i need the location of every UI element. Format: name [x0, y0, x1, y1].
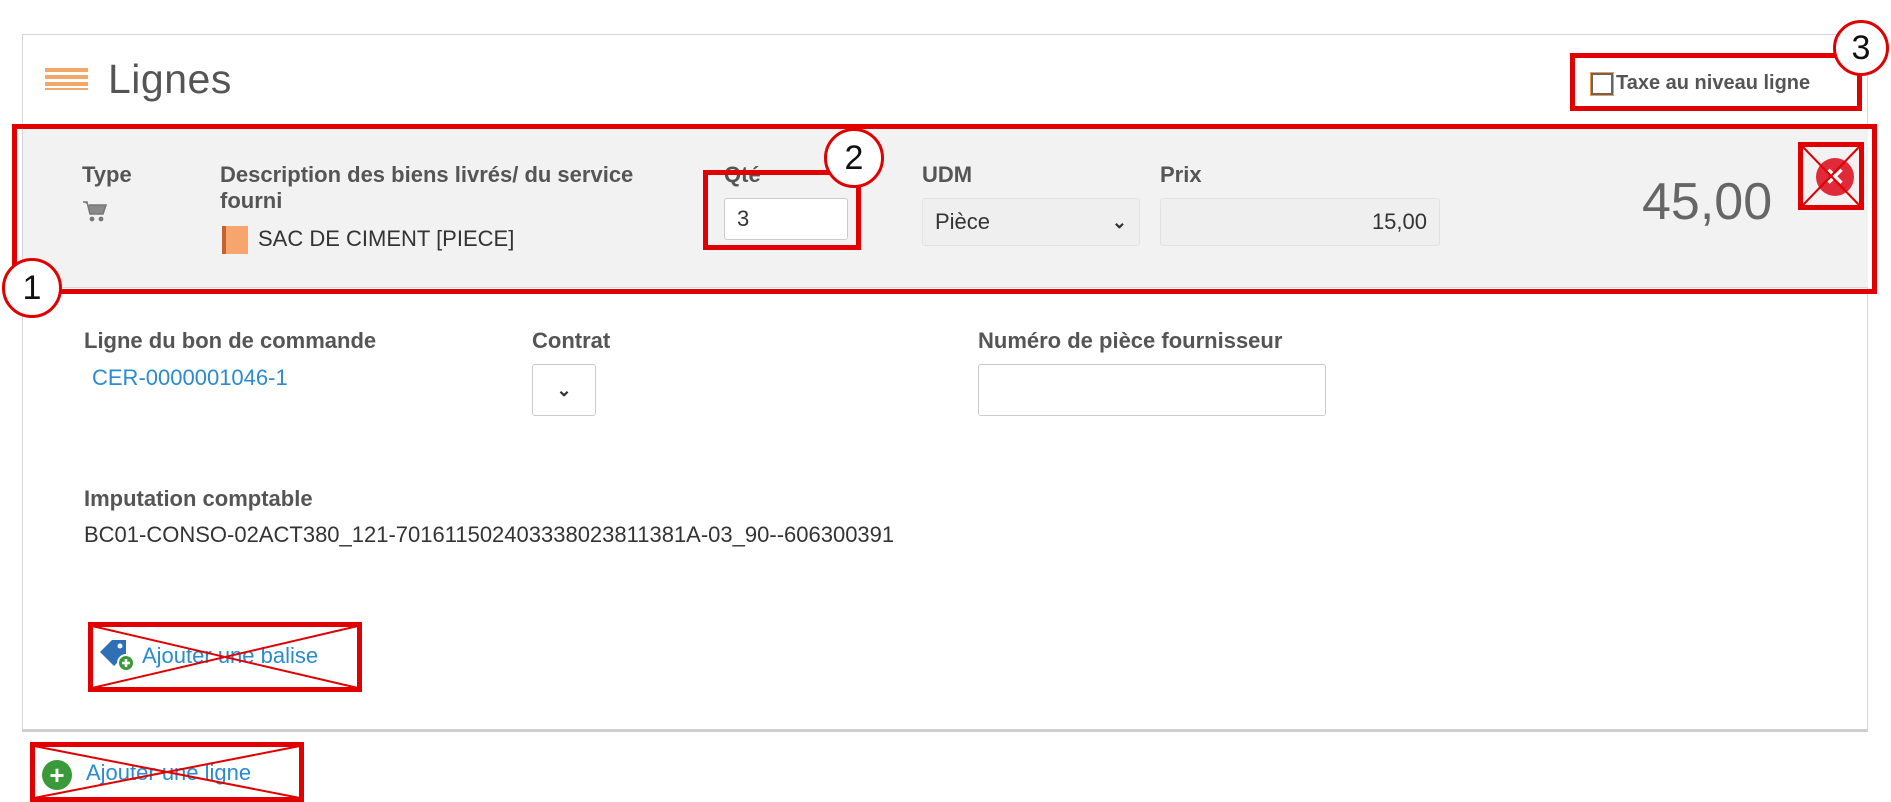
annotation-badge-3: 3	[1833, 20, 1889, 76]
po-line-label: Ligne du bon de commande	[84, 328, 377, 353]
description-label: Description des biens livrés/ du service…	[220, 162, 634, 213]
chevron-down-icon: ⌄	[556, 379, 572, 400]
tax-line-level-label: Taxe au niveau ligne	[1616, 72, 1811, 94]
add-tag-link[interactable]: Ajouter une balise	[142, 643, 318, 669]
cart-icon	[83, 201, 108, 222]
qty-label: Qté	[724, 162, 761, 187]
section-title: Lignes	[108, 56, 232, 102]
tax-line-level-checkbox[interactable]: Taxe au niveau ligne	[1590, 71, 1811, 96]
accounting-label: Imputation comptable	[84, 486, 313, 511]
accounting-value: BC01-CONSO-02ACT380_121-7016115024033380…	[84, 522, 895, 547]
product-icon	[222, 226, 248, 254]
line-total: 45,00	[1642, 173, 1773, 231]
chevron-down-icon: ⌄	[1111, 211, 1127, 232]
annotation-badge-1: 1	[2, 258, 62, 318]
uom-select[interactable]: Pièce ⌄	[922, 198, 1140, 246]
contract-select[interactable]: ⌄	[532, 364, 596, 416]
price-field: 15,00	[1160, 198, 1440, 246]
supplier-part-label: Numéro de pièce fournisseur	[978, 328, 1283, 353]
uom-label: UDM	[922, 162, 973, 187]
delete-icon[interactable]: ✕	[1816, 158, 1854, 196]
add-line-link[interactable]: Ajouter une ligne	[86, 760, 251, 786]
uom-value: Pièce	[935, 209, 991, 234]
tag-icon	[100, 640, 135, 672]
type-label: Type	[82, 162, 132, 187]
supplier-part-input[interactable]	[978, 364, 1326, 416]
contract-label: Contrat	[532, 328, 611, 353]
qty-input[interactable]: 3	[724, 198, 848, 240]
price-label: Prix	[1160, 162, 1202, 187]
product-name: SAC DE CIMENT [PIECE]	[258, 226, 515, 251]
plus-circle-icon: +	[42, 760, 72, 790]
lines-icon	[45, 68, 88, 90]
annotation-badge-2: 2	[824, 128, 884, 188]
checkbox-box[interactable]	[1590, 71, 1614, 96]
po-line-link[interactable]: CER-0000001046-1	[92, 365, 288, 391]
